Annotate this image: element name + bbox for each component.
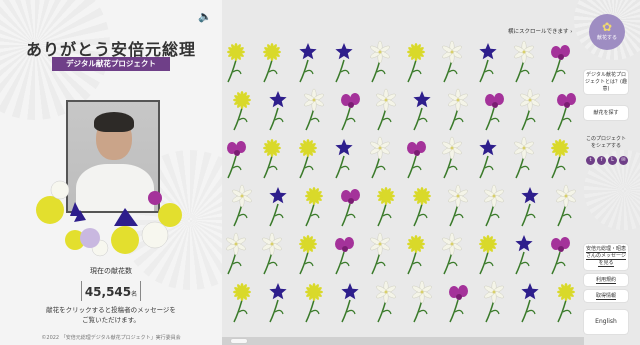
sound-toggle-icon[interactable]: 🔈 bbox=[198, 10, 212, 23]
flower-lily[interactable] bbox=[375, 88, 396, 131]
flower-bellflower[interactable] bbox=[341, 283, 359, 323]
offering-count-label: 現在の献花数 bbox=[90, 267, 132, 275]
offering-count: 45,545名 bbox=[81, 281, 141, 301]
offer-flower-label: 献花する bbox=[596, 35, 617, 41]
flower-lily[interactable] bbox=[513, 40, 534, 83]
flower-chrysanthemum[interactable] bbox=[263, 139, 281, 179]
find-flower-button[interactable]: 献花を探す bbox=[584, 106, 628, 120]
flower-lily[interactable] bbox=[441, 136, 462, 179]
english-label: English bbox=[595, 318, 617, 325]
flower-lily[interactable] bbox=[447, 184, 468, 227]
flower-grid[interactable] bbox=[222, 40, 584, 336]
flower-lily[interactable] bbox=[447, 88, 468, 131]
privacy-label: 取得情報 bbox=[595, 293, 616, 300]
terms-label: 利用規約 bbox=[595, 277, 616, 284]
copyright: ©2022 「安倍元総理デジタル献花プロジェクト」実行委員会 bbox=[41, 335, 181, 341]
scrollbar-thumb[interactable] bbox=[230, 338, 248, 344]
instruction-text: 献花をクリックすると投稿者のメッセージを ご覧いただけます。 bbox=[0, 305, 222, 325]
flower-bellflower[interactable] bbox=[335, 43, 353, 83]
page-subtitle: デジタル献花プロジェクト bbox=[52, 57, 170, 71]
offering-count-value: 45,545 bbox=[84, 285, 132, 299]
flower-chrysanthemum[interactable] bbox=[407, 235, 425, 275]
flower-orchid[interactable] bbox=[341, 189, 360, 227]
flower-lily[interactable] bbox=[261, 232, 282, 275]
about-label: デジタル献花プロジェクトとは？(趣意) bbox=[585, 72, 627, 92]
flower-chrysanthemum[interactable] bbox=[263, 43, 281, 83]
flower-lily[interactable] bbox=[369, 40, 390, 83]
flower-orchid[interactable] bbox=[407, 141, 426, 179]
scroll-hint: 横にスクロールできます › bbox=[508, 29, 573, 35]
flower-lily[interactable] bbox=[231, 184, 252, 227]
find-flower-label: 献花を探す bbox=[593, 110, 619, 116]
flower-bellflower[interactable] bbox=[515, 235, 533, 275]
flower-lily[interactable] bbox=[375, 280, 396, 323]
flower-lily[interactable] bbox=[411, 280, 432, 323]
flower-bellflower[interactable] bbox=[335, 139, 353, 179]
flower-chrysanthemum[interactable] bbox=[233, 91, 251, 131]
terms-link[interactable]: 利用規約 bbox=[584, 274, 628, 286]
flower-lily[interactable] bbox=[519, 88, 540, 131]
flower-chrysanthemum[interactable] bbox=[305, 187, 323, 227]
flower-orchid[interactable] bbox=[485, 93, 504, 131]
flower-chrysanthemum[interactable] bbox=[557, 283, 575, 323]
flower-chrysanthemum[interactable] bbox=[299, 235, 317, 275]
facebook-icon[interactable]: f bbox=[597, 156, 606, 165]
share-label: このプロジェクトをシェアする bbox=[585, 136, 626, 149]
line-icon[interactable]: L bbox=[608, 156, 617, 165]
flower-lily[interactable] bbox=[225, 232, 246, 275]
bouquet-illustration bbox=[36, 180, 182, 257]
flower-lily[interactable] bbox=[441, 232, 462, 275]
flower-field[interactable] bbox=[222, 40, 584, 336]
about-button[interactable]: デジタル献花プロジェクトとは？(趣意) bbox=[584, 70, 628, 94]
twitter-icon[interactable]: t bbox=[586, 156, 595, 165]
flower-orchid[interactable] bbox=[551, 237, 570, 275]
share-icons: t f L ✉ bbox=[586, 156, 628, 165]
flower-orchid[interactable] bbox=[227, 141, 246, 179]
english-button[interactable]: English bbox=[584, 310, 628, 334]
flower-bellflower[interactable] bbox=[269, 91, 287, 131]
flower-bellflower[interactable] bbox=[521, 283, 539, 323]
flower-lily[interactable] bbox=[303, 88, 324, 131]
flower-chrysanthemum[interactable] bbox=[413, 187, 431, 227]
message-label: 安倍元総理・昭恵さんのメッセージを見る bbox=[585, 246, 626, 267]
flower-lily[interactable] bbox=[483, 280, 504, 323]
flower-orchid[interactable] bbox=[449, 285, 468, 323]
flower-chrysanthemum[interactable] bbox=[407, 43, 425, 83]
flower-bellflower[interactable] bbox=[479, 139, 497, 179]
instruction-line: 献花をクリックすると投稿者のメッセージを bbox=[46, 306, 176, 314]
flower-bellflower[interactable] bbox=[521, 187, 539, 227]
flower-lily[interactable] bbox=[483, 184, 504, 227]
flower-lily[interactable] bbox=[369, 232, 390, 275]
privacy-link[interactable]: 取得情報 bbox=[584, 290, 628, 302]
flower-bellflower[interactable] bbox=[413, 91, 431, 131]
flower-chrysanthemum[interactable] bbox=[227, 43, 245, 83]
flower-chrysanthemum[interactable] bbox=[305, 283, 323, 323]
left-panel: 🔈 ありがとう安倍元総理 デジタル献花プロジェクト 現在の献花数 45,545名… bbox=[0, 0, 222, 345]
flower-orchid[interactable] bbox=[557, 93, 576, 131]
horizontal-scrollbar[interactable] bbox=[222, 337, 584, 345]
flower-lily[interactable] bbox=[369, 136, 390, 179]
flower-bellflower[interactable] bbox=[269, 187, 287, 227]
mail-icon[interactable]: ✉ bbox=[619, 156, 628, 165]
offer-flower-button[interactable]: ✿ 献花する bbox=[589, 14, 625, 50]
flower-lily[interactable] bbox=[441, 40, 462, 83]
instruction-line: ご覧いただけます。 bbox=[82, 316, 140, 324]
flower-chrysanthemum[interactable] bbox=[299, 139, 317, 179]
flower-chrysanthemum[interactable] bbox=[233, 283, 251, 323]
flower-bellflower[interactable] bbox=[479, 43, 497, 83]
flower-orchid[interactable] bbox=[551, 45, 570, 83]
flower-lily[interactable] bbox=[555, 184, 576, 227]
message-button[interactable]: 安倍元総理・昭恵さんのメッセージを見る bbox=[584, 244, 628, 270]
flower-orchid[interactable] bbox=[335, 237, 354, 275]
offering-count-unit: 名 bbox=[131, 291, 138, 298]
flower-chrysanthemum[interactable] bbox=[377, 187, 395, 227]
flower-chrysanthemum[interactable] bbox=[551, 139, 569, 179]
flower-lily[interactable] bbox=[513, 136, 534, 179]
flower-icon: ✿ bbox=[601, 20, 613, 34]
flower-chrysanthemum[interactable] bbox=[479, 235, 497, 275]
flower-bellflower[interactable] bbox=[269, 283, 287, 323]
flower-orchid[interactable] bbox=[341, 93, 360, 131]
flower-bellflower[interactable] bbox=[299, 43, 317, 83]
